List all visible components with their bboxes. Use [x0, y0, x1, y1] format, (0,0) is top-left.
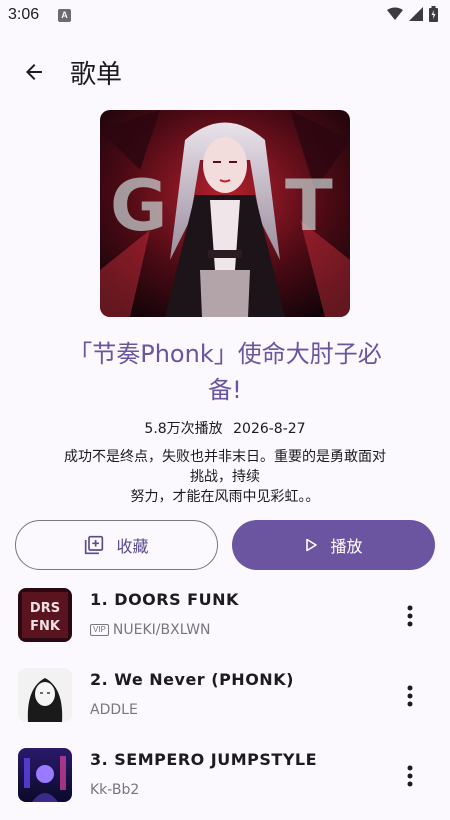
svg-text:T: T [285, 165, 333, 247]
play-icon [306, 538, 318, 552]
description-line: 挑战，持续 [190, 469, 260, 485]
favorite-button[interactable]: 收藏 [15, 520, 218, 570]
playlist-title-line1: 「节奏Phonk」使命大肘子必 [68, 340, 382, 368]
vip-badge: VIP [90, 624, 109, 636]
favorite-label: 收藏 [116, 537, 149, 556]
track-thumbnail [18, 668, 72, 722]
back-button[interactable] [14, 52, 54, 92]
play-count: 5.8万次播放 [144, 421, 223, 437]
description-line: 成功不是终点，失败也并非末日。重要的是勇敢面对 [64, 449, 386, 465]
track-artist-row: Kk-Bb2 [90, 782, 139, 798]
more-options-button[interactable] [392, 598, 428, 634]
status-icons [387, 6, 438, 22]
track-title: 1. DOORS FUNK [90, 590, 239, 609]
play-button[interactable]: 播放 [232, 520, 435, 570]
playlist-cover-image: G T [100, 110, 350, 317]
status-bar: 3:06 A [0, 0, 450, 32]
svg-text:G: G [110, 165, 167, 247]
track-thumbnail: DRS FNK [18, 588, 72, 642]
signal-icon [409, 7, 423, 21]
track-artist: ADDLE [90, 702, 138, 718]
track-row[interactable]: DRS FNK 1. DOORS FUNK VIP NUEKI/BXLWN [0, 580, 450, 660]
page-title: 歌单 [70, 60, 123, 90]
track-artist: Kk-Bb2 [90, 782, 140, 798]
track-artist-row: ADDLE [90, 702, 138, 718]
notification-a-icon: A [58, 9, 71, 22]
playlist-date: 2026-8-27 [233, 421, 306, 437]
more-options-button[interactable] [392, 678, 428, 714]
playlist-description: 成功不是终点，失败也并非末日。重要的是勇敢面对 挑战，持续 努力，才能在风雨中见… [40, 447, 410, 507]
playlist-meta: 5.8万次播放 2026-8-27 [0, 418, 450, 438]
track-title: 3. SEMPERO JUMPSTYLE [90, 750, 318, 769]
svg-text:FNK: FNK [30, 619, 61, 634]
more-vert-icon [407, 765, 413, 787]
status-time: 3:06 [8, 6, 40, 23]
description-line: 努力，才能在风雨中见彩虹。。 [130, 489, 320, 505]
track-artist-row: VIP NUEKI/BXLWN [90, 622, 211, 638]
playlist-title: 「节奏Phonk」使命大肘子必 备! [30, 336, 420, 408]
library-add-icon [85, 535, 104, 555]
more-options-button[interactable] [392, 758, 428, 794]
track-row[interactable]: 2. We Never (PHONK) ADDLE [0, 660, 450, 740]
track-thumbnail [18, 748, 72, 802]
track-artist: NUEKI/BXLWN [112, 622, 211, 638]
battery-icon [429, 6, 438, 22]
svg-text:DRS: DRS [30, 601, 60, 616]
more-vert-icon [407, 685, 413, 707]
more-vert-icon [407, 605, 413, 627]
track-row[interactable]: 3. SEMPERO JUMPSTYLE Kk-Bb2 [0, 740, 450, 820]
playlist-title-line2: 备! [208, 376, 242, 404]
arrow-left-icon [26, 64, 42, 80]
play-label: 播放 [330, 537, 363, 556]
wifi-icon [387, 7, 403, 20]
track-title: 2. We Never (PHONK) [90, 670, 294, 689]
app-bar: 歌单 [0, 40, 450, 100]
